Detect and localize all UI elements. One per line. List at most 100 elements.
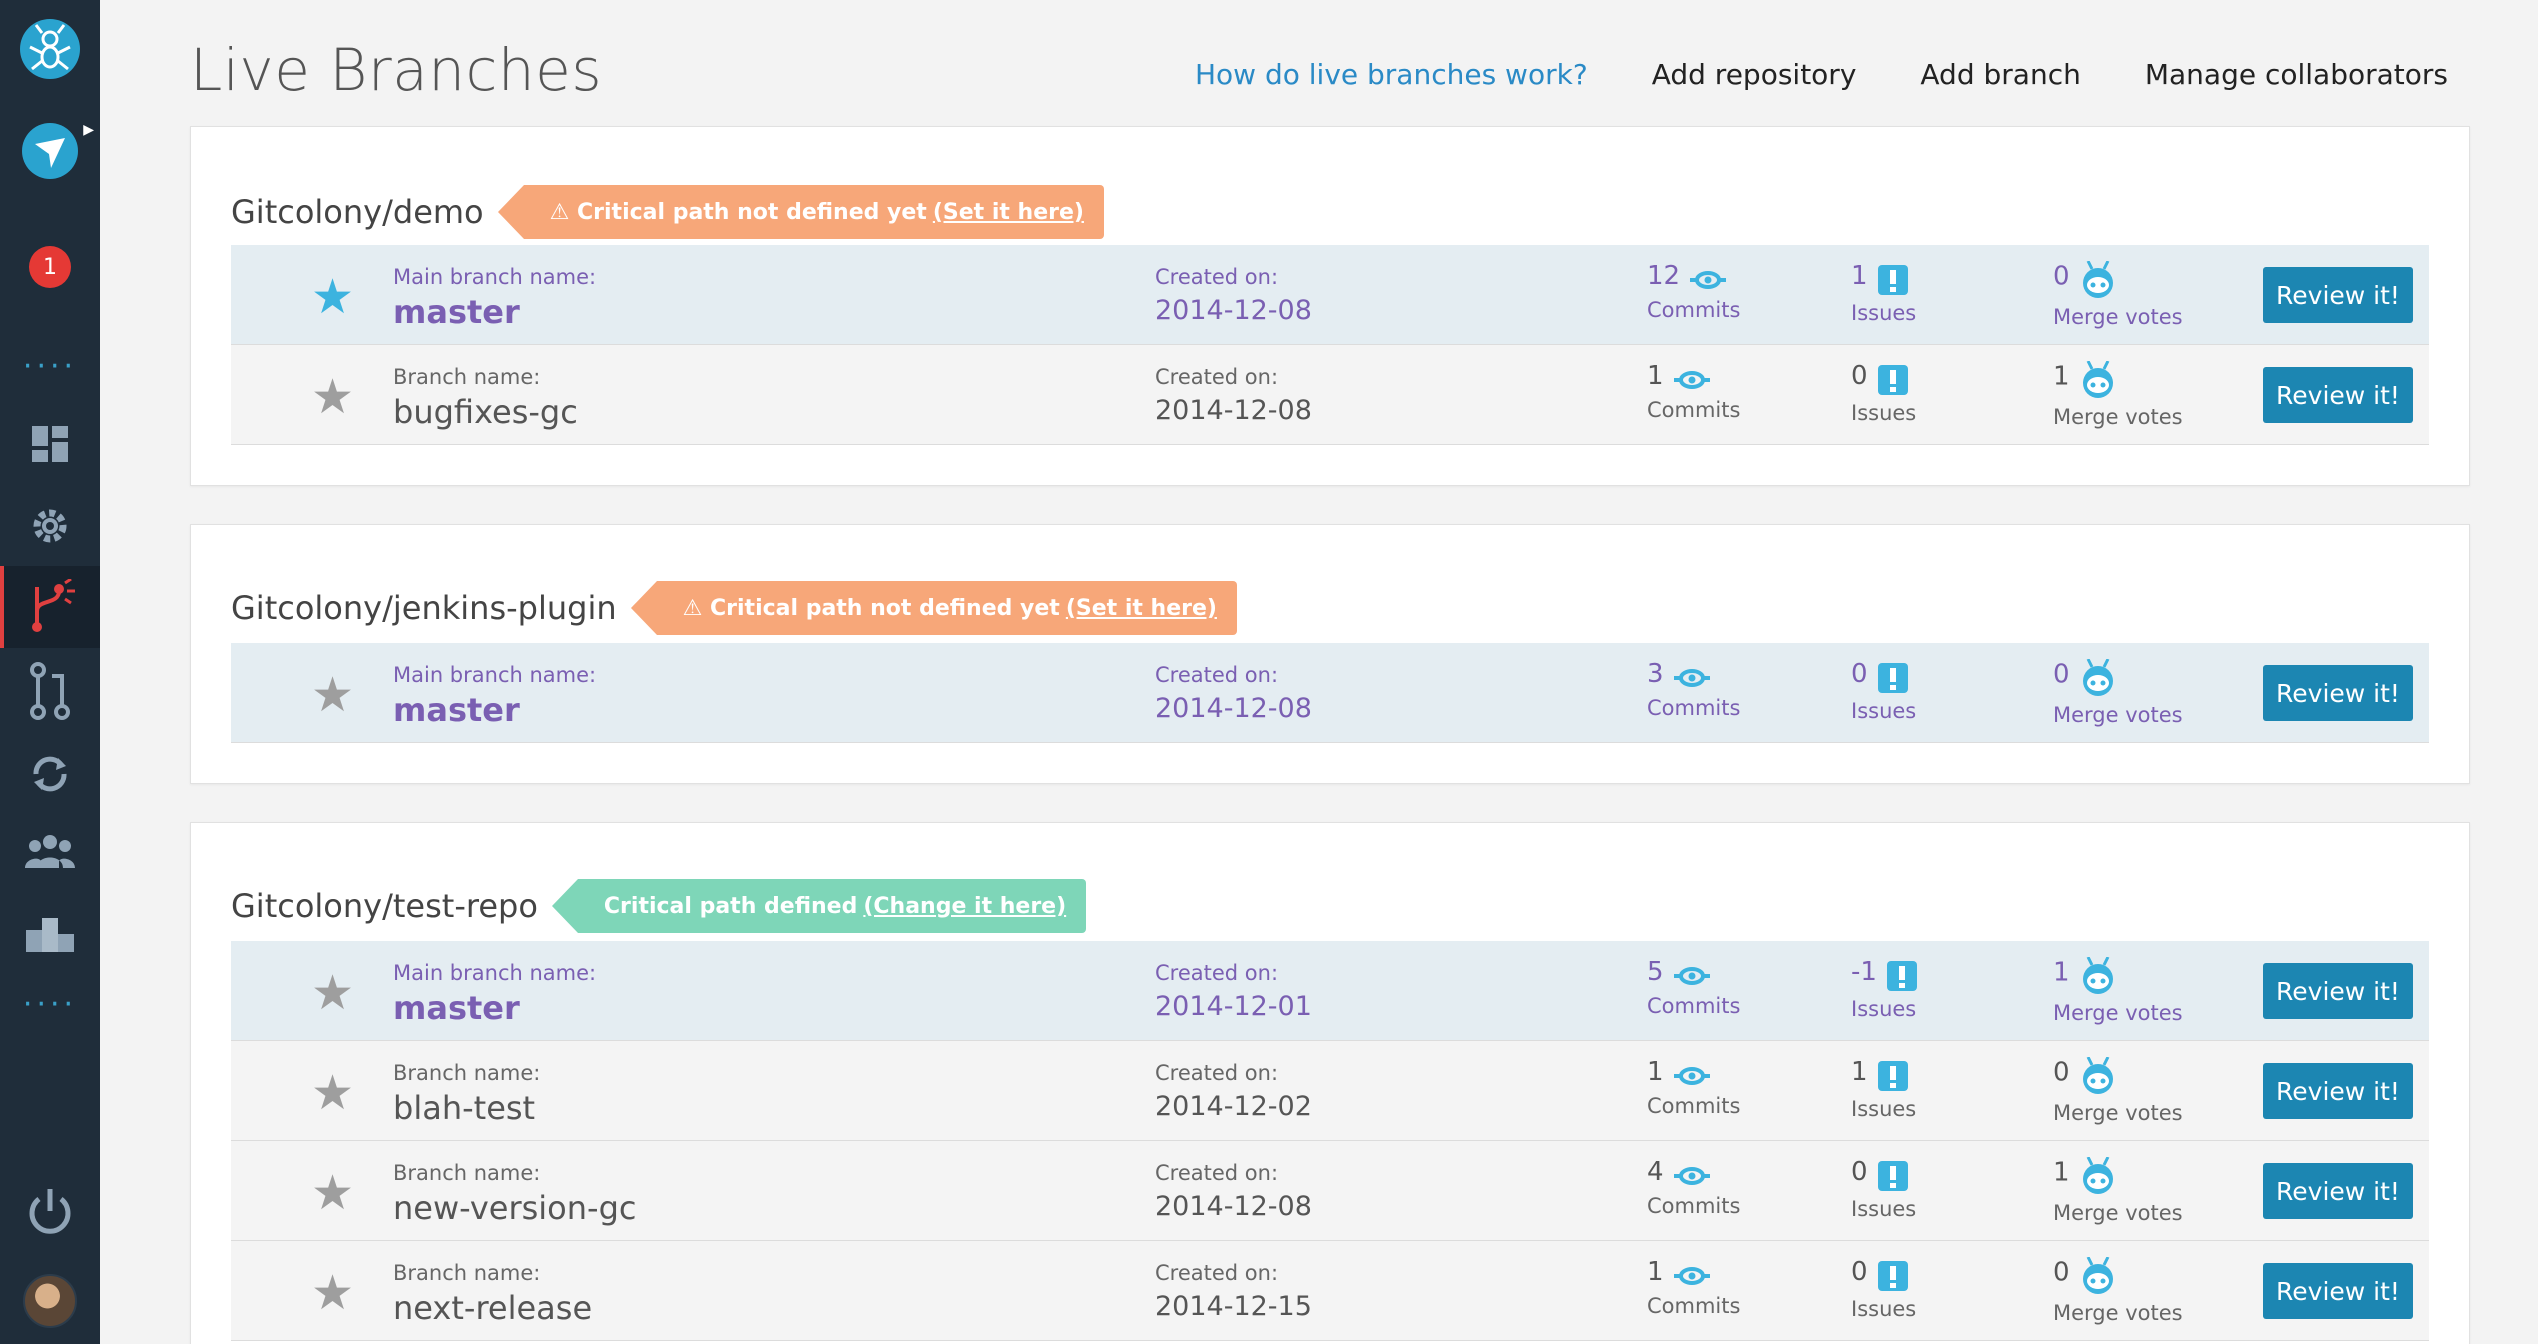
expand-arrow-icon[interactable]: ▶ [83, 122, 94, 138]
dots-text: ···· [22, 987, 78, 1022]
commits-metric[interactable]: 1 Commits [1647, 1057, 1740, 1118]
issues-count: 1 [1851, 261, 1868, 291]
add-repository-link[interactable]: Add repository [1652, 58, 1857, 91]
created-date: 2014-12-15 [1155, 1291, 1312, 1322]
star-icon[interactable]: ★ [311, 1069, 354, 1117]
commits-count: 3 [1647, 659, 1664, 689]
ant-logo-icon[interactable] [0, 14, 100, 84]
top-links: How do live branches work? Add repositor… [1195, 58, 2448, 91]
branch-row: ★ Branch name: next-release Created on: … [231, 1241, 2429, 1341]
issues-count: 0 [1851, 659, 1868, 689]
issues-metric[interactable]: 0 Issues [1851, 361, 1916, 425]
critical-path-text: Critical path not defined yet [710, 595, 1060, 621]
votes-metric[interactable]: 1 Merge votes [2053, 1157, 2183, 1225]
review-button[interactable]: Review it! [2263, 665, 2413, 721]
power-icon[interactable] [0, 1180, 100, 1246]
branch-name[interactable]: new-version-gc [393, 1189, 636, 1227]
issues-label: Issues [1851, 698, 1917, 723]
branch-list: ★ Main branch name: master Created on: 2… [231, 245, 2429, 445]
set-critical-path-link[interactable]: (Set it here) [933, 200, 1084, 225]
critical-path-text: Critical path defined [603, 893, 858, 919]
votes-metric[interactable]: 0 Merge votes [2053, 659, 2183, 727]
change-critical-path-link[interactable]: (Change it here) [863, 894, 1066, 919]
paper-plane-icon[interactable]: ▶ [0, 118, 100, 184]
manage-collaborators-link[interactable]: Manage collaborators [2145, 58, 2448, 91]
set-critical-path-link[interactable]: (Set it here) [1066, 596, 1217, 621]
branch-name[interactable]: master [393, 989, 520, 1027]
branch-name-label: Main branch name: [393, 961, 597, 985]
star-icon[interactable]: ★ [311, 671, 354, 719]
issues-metric[interactable]: 0 Issues [1851, 659, 1916, 723]
votes-count: 0 [2053, 261, 2070, 292]
star-icon[interactable]: ★ [311, 1169, 354, 1217]
repo-name: Gitcolony/demo [231, 193, 484, 231]
commits-metric[interactable]: 1 Commits [1647, 1257, 1740, 1318]
created-label: Created on: [1155, 1061, 1279, 1085]
votes-metric[interactable]: 0 Merge votes [2053, 1257, 2183, 1325]
votes-metric[interactable]: 1 Merge votes [2053, 361, 2183, 429]
help-link[interactable]: How do live branches work? [1195, 58, 1588, 91]
branch-name[interactable]: next-release [393, 1289, 592, 1327]
commits-label: Commits [1647, 1193, 1741, 1218]
votes-metric[interactable]: 0 Merge votes [2053, 1057, 2183, 1125]
star-icon[interactable]: ★ [311, 373, 354, 421]
commits-metric[interactable]: 4 Commits [1647, 1157, 1740, 1218]
star-icon[interactable]: ★ [311, 273, 354, 321]
issues-label: Issues [1851, 996, 1917, 1021]
review-button[interactable]: Review it! [2263, 963, 2413, 1019]
branch-name[interactable]: bugfixes-gc [393, 393, 578, 431]
branch-row: ★ Main branch name: master Created on: 2… [231, 941, 2429, 1041]
created-label: Created on: [1155, 1261, 1279, 1285]
issues-count: 0 [1851, 1257, 1868, 1287]
created-date: 2014-12-08 [1155, 395, 1312, 426]
issues-label: Issues [1851, 1296, 1917, 1321]
commits-metric[interactable]: 12 Commits [1647, 261, 1740, 322]
votes-label: Merge votes [2053, 305, 2183, 329]
review-button[interactable]: Review it! [2263, 1163, 2413, 1219]
votes-count: 0 [2053, 1257, 2070, 1288]
commits-metric[interactable]: 1 Commits [1647, 361, 1740, 422]
team-icon[interactable] [0, 820, 100, 880]
notification-badge[interactable]: 1 [0, 240, 100, 294]
votes-count: 1 [2053, 1157, 2070, 1188]
add-branch-link[interactable]: Add branch [1920, 58, 2080, 91]
star-icon[interactable]: ★ [311, 969, 354, 1017]
commits-count: 1 [1647, 361, 1664, 391]
branch-name[interactable]: blah-test [393, 1089, 535, 1127]
sync-icon[interactable] [0, 744, 100, 804]
branch-icon[interactable] [0, 566, 100, 648]
issues-metric[interactable]: 1 Issues [1851, 1057, 1916, 1121]
branch-name[interactable]: master [393, 691, 520, 729]
created-date: 2014-12-02 [1155, 1091, 1312, 1122]
votes-label: Merge votes [2053, 1001, 2183, 1025]
eye-icon [1673, 1266, 1710, 1285]
leaderboard-icon[interactable] [0, 902, 100, 962]
commits-metric[interactable]: 3 Commits [1647, 659, 1740, 720]
eye-icon [1673, 1166, 1710, 1185]
avatar[interactable] [0, 1268, 100, 1334]
votes-count: 0 [2053, 1057, 2070, 1088]
eye-icon [1690, 270, 1727, 289]
branch-name[interactable]: master [393, 293, 520, 331]
branch-row: ★ Branch name: new-version-gc Created on… [231, 1141, 2429, 1241]
votes-label: Merge votes [2053, 405, 2183, 429]
votes-metric[interactable]: 0 Merge votes [2053, 261, 2183, 329]
repo-name: Gitcolony/test-repo [231, 887, 538, 925]
review-button[interactable]: Review it! [2263, 267, 2413, 323]
commits-metric[interactable]: 5 Commits [1647, 957, 1740, 1018]
review-button[interactable]: Review it! [2263, 1263, 2413, 1319]
branch-list: ★ Main branch name: master Created on: 2… [231, 643, 2429, 743]
review-button[interactable]: Review it! [2263, 367, 2413, 423]
gear-icon[interactable] [0, 496, 100, 556]
repo-name: Gitcolony/jenkins-plugin [231, 589, 617, 627]
votes-metric[interactable]: 1 Merge votes [2053, 957, 2183, 1025]
pull-request-icon[interactable] [0, 658, 100, 724]
dashboard-icon[interactable] [0, 414, 100, 474]
issues-metric[interactable]: -1 Issues [1851, 957, 1917, 1021]
issues-metric[interactable]: 0 Issues [1851, 1257, 1916, 1321]
commits-label: Commits [1647, 1293, 1741, 1318]
issues-metric[interactable]: 1 Issues [1851, 261, 1916, 325]
issues-metric[interactable]: 0 Issues [1851, 1157, 1916, 1221]
review-button[interactable]: Review it! [2263, 1063, 2413, 1119]
star-icon[interactable]: ★ [311, 1269, 354, 1317]
